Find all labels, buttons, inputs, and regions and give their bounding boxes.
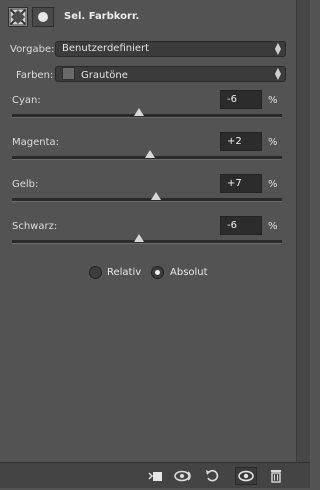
- clip-to-layer-icon[interactable]: [144, 467, 166, 485]
- vertical-scrollbar[interactable]: [296, 0, 310, 462]
- slider-track[interactable]: [12, 192, 282, 202]
- schwarz-value-input[interactable]: -6: [220, 216, 262, 235]
- view-previous-state-icon[interactable]: [173, 467, 195, 485]
- slider-track[interactable]: [12, 234, 282, 244]
- slider-label: Magenta:: [12, 137, 60, 148]
- mask-dot: [38, 12, 48, 22]
- chevron-updown-icon: ▲ ▼: [274, 41, 281, 56]
- absolute-radio[interactable]: [151, 266, 164, 279]
- chevron-updown-icon: ▲ ▼: [274, 66, 281, 81]
- panel-header: Sel. Farbkorr.: [0, 0, 296, 34]
- cyan-value-input[interactable]: -6: [220, 90, 262, 109]
- preset-label: Vorgabe:: [10, 44, 55, 55]
- slider-label: Schwarz:: [12, 221, 58, 232]
- percent-unit: %: [268, 221, 278, 232]
- color-swatch-icon: [62, 67, 75, 80]
- slider-track[interactable]: [12, 108, 282, 118]
- percent-unit: %: [268, 95, 278, 106]
- panel-title: Sel. Farbkorr.: [64, 11, 140, 22]
- mask-icon[interactable]: [32, 7, 54, 27]
- slider-thumb[interactable]: [133, 234, 144, 242]
- properties-panel: Sel. Farbkorr. Vorgabe: Benutzerdefinier…: [0, 0, 296, 488]
- slider-thumb[interactable]: [133, 108, 144, 116]
- percent-unit: %: [268, 179, 278, 190]
- absolute-label: Absolut: [170, 267, 208, 278]
- reset-icon[interactable]: [202, 467, 224, 485]
- slider-thumb[interactable]: [151, 192, 162, 200]
- colors-dropdown[interactable]: Grautöne ▲ ▼: [55, 66, 286, 82]
- slider-label: Cyan:: [12, 95, 41, 106]
- percent-unit: %: [268, 137, 278, 148]
- slider-label: Gelb:: [12, 179, 39, 190]
- relative-label: Relativ: [107, 267, 142, 278]
- relative-radio[interactable]: [89, 266, 102, 279]
- panel-footer: [0, 462, 310, 488]
- magenta-value-input[interactable]: +2: [220, 132, 262, 151]
- toggle-visibility-icon[interactable]: [235, 467, 257, 485]
- slider-thumb[interactable]: [144, 150, 155, 158]
- delete-icon[interactable]: [265, 467, 287, 485]
- preset-value: Benutzerdefiniert: [62, 43, 150, 54]
- colors-value: Grautöne: [81, 70, 128, 81]
- colors-label: Farben:: [16, 70, 54, 81]
- preset-dropdown[interactable]: Benutzerdefiniert ▲ ▼: [55, 41, 286, 57]
- slider-track[interactable]: [12, 150, 282, 160]
- gelb-value-input[interactable]: +7: [220, 174, 262, 193]
- adjustment-layer-icon[interactable]: [8, 7, 28, 27]
